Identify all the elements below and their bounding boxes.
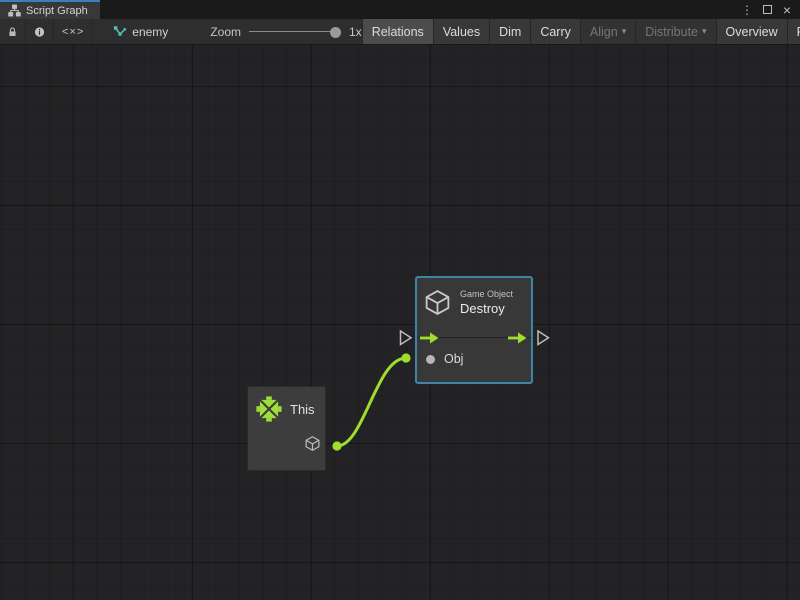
window-menu-icon[interactable]: ⋮: [740, 4, 754, 16]
external-flow-in-triangle[interactable]: [401, 331, 412, 345]
script-graph-icon: [113, 25, 127, 38]
node-header: Game Object Destroy: [417, 278, 531, 337]
overview-button[interactable]: Overview: [716, 19, 787, 44]
graph-name: enemy: [132, 25, 168, 39]
toolbar-buttons: Relations Values Dim Carry Align ▾ Distr…: [362, 19, 800, 44]
chevron-down-icon: ▾: [702, 26, 707, 37]
graph-canvas[interactable]: This Game Object: [0, 45, 800, 600]
gameobject-cube-icon: [423, 288, 452, 317]
external-flow-out-triangle[interactable]: [538, 331, 549, 345]
this-self-icon: [256, 396, 282, 422]
graph-toolbar: <×> enemy Zoom 1x Relations Va: [0, 19, 800, 45]
node-destroy[interactable]: Game Object Destroy Obj: [415, 276, 533, 384]
node-category: Game Object: [460, 289, 513, 299]
chevron-down-icon: ▾: [622, 26, 627, 37]
graph-breadcrumb[interactable]: enemy: [113, 19, 168, 44]
zoom-slider-knob[interactable]: [330, 27, 341, 38]
input-port-row[interactable]: Obj: [417, 349, 463, 369]
lock-button[interactable]: [0, 19, 26, 44]
align-button[interactable]: Align ▾: [580, 19, 635, 44]
carry-button[interactable]: Carry: [530, 19, 580, 44]
relations-button[interactable]: Relations: [362, 19, 433, 44]
connections-overlay: [0, 45, 800, 600]
info-icon: [34, 25, 45, 39]
tab-script-graph[interactable]: Script Graph: [0, 0, 100, 19]
script-graph-window: Script Graph ⋮ × <×>: [0, 0, 800, 600]
info-button[interactable]: [26, 19, 54, 44]
flow-input-port[interactable]: [420, 332, 439, 344]
zoom-value: 1x: [349, 25, 362, 39]
close-icon[interactable]: ×: [780, 4, 794, 16]
obj-port-dot[interactable]: [426, 355, 435, 364]
connection-start-dot[interactable]: [332, 441, 341, 450]
window-controls: ⋮ ×: [740, 0, 800, 19]
zoom-control: Zoom 1x: [210, 19, 361, 44]
graph-hierarchy-icon: [8, 4, 21, 17]
node-title: This: [290, 402, 315, 417]
zoom-label: Zoom: [210, 25, 241, 39]
zoom-slider[interactable]: [249, 25, 341, 39]
fullscreen-button[interactable]: Full Screen: [787, 19, 800, 44]
flow-output-port[interactable]: [508, 332, 527, 344]
gameobject-output-port[interactable]: [304, 435, 321, 452]
tab-title: Script Graph: [26, 5, 88, 17]
connection-end-dot[interactable]: [401, 353, 410, 362]
title-bar: Script Graph ⋮ ×: [0, 0, 800, 19]
connection-wire[interactable]: [337, 358, 406, 446]
zoom-slider-track: [249, 31, 341, 32]
node-title: Destroy: [460, 301, 505, 316]
distribute-button[interactable]: Distribute ▾: [635, 19, 715, 44]
maximize-icon[interactable]: [760, 4, 774, 16]
obj-port-label: Obj: [444, 352, 463, 366]
values-button[interactable]: Values: [433, 19, 489, 44]
edit-graph-button[interactable]: <×>: [54, 19, 93, 44]
code-icon: <×>: [62, 26, 84, 38]
dim-button[interactable]: Dim: [489, 19, 530, 44]
lock-icon: [8, 25, 17, 39]
node-this[interactable]: This: [247, 386, 326, 471]
